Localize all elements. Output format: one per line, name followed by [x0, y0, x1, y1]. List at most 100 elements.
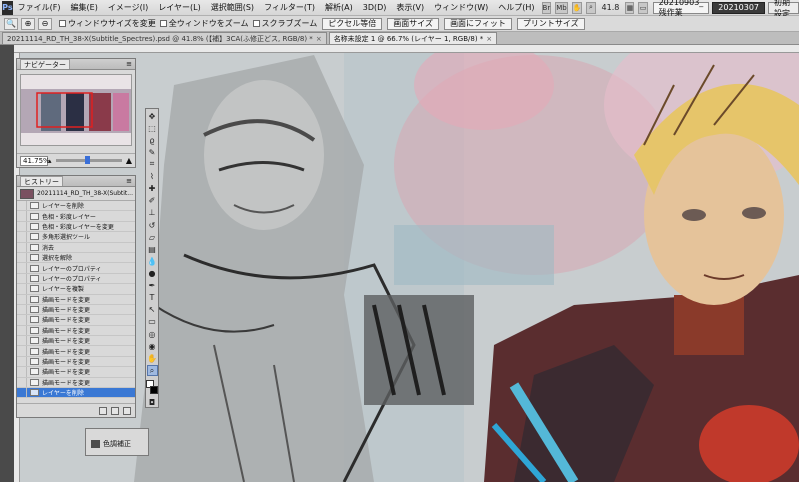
history-item[interactable]: 描画モードを変更 [17, 336, 135, 347]
history-snapshot[interactable]: 20211114_RD_TH_38-X(Subtit... [17, 187, 135, 201]
history-brush-source-slot[interactable] [17, 356, 27, 367]
hand-view-icon[interactable]: ✋ [571, 1, 583, 14]
zoom-out-icon[interactable]: ⊖ [38, 17, 52, 30]
stamp-tool-icon[interactable]: ⊥ [147, 208, 158, 218]
history-brush-source-slot[interactable] [17, 325, 27, 336]
adjustments-button[interactable]: 色調補正 [91, 439, 131, 449]
history-item[interactable]: レイヤーのプロパティ [17, 273, 135, 285]
history-item[interactable]: 描画モードを変更 [17, 325, 135, 337]
history-item[interactable]: 描画モードを変更 [17, 294, 135, 305]
history-brush-source-slot[interactable] [17, 315, 27, 325]
history-brush-source-slot[interactable] [17, 232, 27, 242]
history-item[interactable]: 描画モードを変更 [17, 315, 135, 326]
checkbox-box[interactable] [59, 20, 66, 27]
workspace-button-2[interactable]: 20210307 [712, 1, 766, 14]
move-tool-icon[interactable]: ✥ [147, 111, 158, 121]
history-brush-tool-icon[interactable]: ↺ [147, 220, 158, 230]
zoom-all-checkbox[interactable]: 全ウィンドウをズーム [159, 18, 249, 29]
tab-document-2[interactable]: 名称未設定 1 @ 66.7% (レイヤー 1, RGB/8) * × [328, 32, 498, 44]
navigator-zoom-slider[interactable] [55, 156, 122, 164]
history-brush-source-slot[interactable] [17, 201, 27, 211]
eraser-tool-icon[interactable]: ▱ [147, 232, 158, 242]
history-brush-source-slot[interactable] [17, 304, 27, 315]
3d-orbit-tool-icon[interactable]: ◉ [147, 341, 158, 351]
pen-tool-icon[interactable]: ✒ [147, 281, 158, 291]
shape-tool-icon[interactable]: ▭ [147, 317, 158, 327]
zoom-out-small-icon[interactable]: ▴ [48, 157, 52, 165]
fill-screen-button[interactable]: 画面にフィット [444, 17, 512, 30]
tab-document-1[interactable]: 20211114_RD_TH_38-X(Subtitle_Spectres).p… [2, 32, 327, 44]
trash-icon[interactable] [123, 406, 131, 415]
marquee-tool-icon[interactable]: ⬚ [147, 123, 158, 133]
menu-layer[interactable]: レイヤー(L) [153, 2, 205, 13]
resize-window-checkbox[interactable]: ウィンドウサイズを変更 [59, 18, 156, 29]
panel-menu-icon[interactable]: ≡ [126, 60, 132, 68]
3d-rotate-tool-icon[interactable]: ◎ [147, 329, 158, 339]
minibridge-icon[interactable]: Mb [555, 1, 568, 14]
menu-analysis[interactable]: 解析(A) [320, 2, 358, 13]
history-item[interactable]: 描画モードを変更 [17, 304, 135, 316]
new-snapshot-icon[interactable] [111, 406, 119, 415]
hand-tool-icon[interactable]: ✋ [147, 353, 158, 363]
checkbox-box[interactable] [252, 20, 260, 27]
menu-view[interactable]: 表示(V) [391, 2, 429, 13]
workspace-button-3[interactable]: 初期設定 [768, 0, 799, 18]
navigator-zoom-field[interactable]: 41.75% [20, 155, 50, 166]
eyedropper-tool-icon[interactable]: ⌇ [147, 172, 158, 182]
slider-knob[interactable] [85, 156, 91, 164]
checkbox-box[interactable] [159, 20, 167, 27]
arrange-icon[interactable]: ▦ [625, 1, 635, 14]
history-item[interactable]: 描画モードを変更 [17, 346, 135, 357]
history-item[interactable]: 多角形選択ツール [17, 232, 135, 243]
lasso-tool-icon[interactable]: ϱ [147, 135, 158, 145]
navigator-tab[interactable]: ナビゲーター [20, 59, 70, 69]
screen-mode-icon[interactable]: ▭ [638, 1, 648, 14]
menu-file[interactable]: ファイル(F) [13, 2, 66, 13]
history-brush-source-slot[interactable] [17, 242, 27, 252]
menu-filter[interactable]: フィルター(T) [259, 2, 320, 13]
bridge-icon[interactable]: Br [541, 1, 552, 14]
zoom-tool-icon[interactable]: 🔍 [4, 17, 18, 30]
crop-tool-icon[interactable]: ⌗ [147, 159, 158, 169]
history-item[interactable]: 描画モードを変更 [17, 356, 135, 368]
menu-edit[interactable]: 編集(E) [66, 2, 103, 13]
menu-select[interactable]: 選択範囲(S) [206, 2, 259, 13]
close-icon[interactable]: × [486, 35, 492, 43]
history-brush-source-slot[interactable] [17, 221, 27, 232]
history-brush-source-slot[interactable] [17, 273, 27, 284]
path-select-tool-icon[interactable]: ↖ [147, 305, 158, 315]
history-item[interactable]: 描画モードを変更 [17, 367, 135, 378]
history-item[interactable]: レイヤーを削除 [17, 201, 135, 212]
history-item[interactable]: 消去 [17, 242, 135, 253]
menu-3d[interactable]: 3D(D) [358, 3, 392, 12]
history-item[interactable]: 色相・彩度レイヤー [17, 211, 135, 222]
actual-pixels-button[interactable]: ピクセル等倍 [322, 17, 383, 30]
history-brush-source-slot[interactable] [17, 367, 27, 377]
history-item[interactable]: レイヤーを複製 [17, 284, 135, 295]
blur-tool-icon[interactable]: 💧 [147, 256, 158, 266]
type-tool-icon[interactable]: T [147, 293, 158, 303]
panel-menu-icon[interactable]: ≡ [126, 177, 132, 185]
history-brush-source-slot[interactable] [17, 284, 27, 294]
brush-tool-icon[interactable]: ✐ [147, 196, 158, 206]
history-item[interactable]: 描画モードを変更 [17, 377, 135, 389]
history-brush-source-slot[interactable] [17, 263, 27, 273]
print-size-button[interactable]: プリントサイズ [516, 17, 585, 30]
history-item[interactable]: 選択を解除 [17, 252, 135, 264]
menu-image[interactable]: イメージ(I) [103, 2, 153, 13]
menu-window[interactable]: ウィンドウ(W) [429, 2, 493, 13]
close-icon[interactable]: × [316, 35, 322, 43]
zoom-view-icon[interactable]: ⌕ [586, 1, 596, 14]
quick-select-tool-icon[interactable]: ✎ [147, 147, 158, 157]
history-item[interactable]: レイヤーを削除 [17, 388, 135, 399]
zoom-tool-icon[interactable]: ⌕ [146, 365, 158, 377]
history-brush-source-slot[interactable] [17, 294, 27, 304]
history-tab[interactable]: ヒストリー [20, 176, 63, 186]
navigator-thumbnail[interactable] [20, 74, 132, 146]
history-brush-source-slot[interactable] [17, 211, 27, 221]
history-brush-source-slot[interactable] [17, 388, 27, 398]
history-item[interactable]: レイヤーのプロパティ [17, 263, 135, 274]
healing-tool-icon[interactable]: ✚ [147, 184, 158, 194]
menu-help[interactable]: ヘルプ(H) [493, 2, 539, 13]
scrubby-zoom-checkbox[interactable]: スクラブズーム [252, 18, 317, 29]
